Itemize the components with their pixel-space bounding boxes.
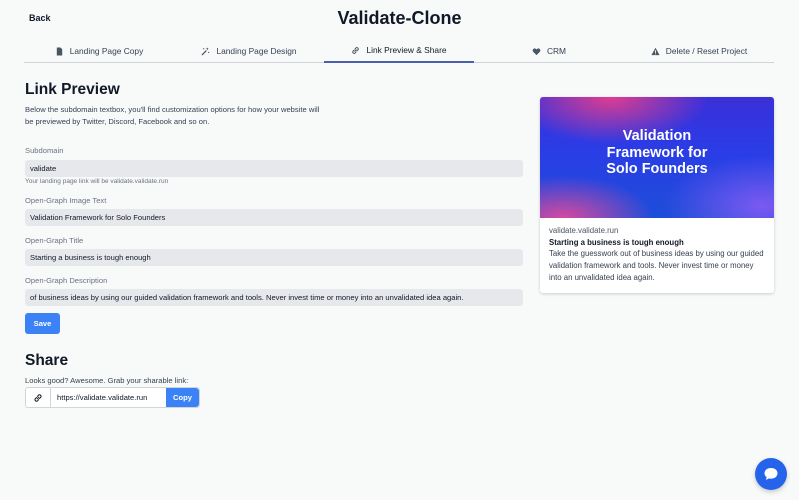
link-icon bbox=[26, 388, 51, 407]
tab-landing-page-copy[interactable]: Landing Page Copy bbox=[24, 39, 174, 63]
link-preview-heading: Link Preview bbox=[25, 81, 120, 98]
tab-bar: Landing Page Copy Landing Page Design Li… bbox=[24, 39, 774, 63]
og-image-text-label: Open-Graph Image Text bbox=[25, 196, 107, 205]
copy-button[interactable]: Copy bbox=[166, 388, 199, 407]
subdomain-hint: Your landing page link will be validate.… bbox=[25, 178, 169, 185]
app-title: Validate-Clone bbox=[337, 8, 462, 28]
share-url-field[interactable]: https://validate.validate.run bbox=[51, 388, 166, 407]
warning-icon bbox=[651, 47, 660, 55]
save-button[interactable]: Save bbox=[25, 313, 60, 334]
magic-wand-icon bbox=[201, 46, 210, 56]
share-link-box: https://validate.validate.run Copy bbox=[25, 387, 200, 408]
tab-landing-page-design[interactable]: Landing Page Design bbox=[174, 39, 324, 63]
tab-label: Landing Page Copy bbox=[69, 46, 144, 56]
tab-label: Delete / Reset Project bbox=[665, 46, 748, 56]
og-image: Validation Framework for Solo Founders bbox=[540, 97, 774, 218]
tab-label: CRM bbox=[546, 46, 567, 56]
subdomain-input[interactable]: validate bbox=[25, 160, 523, 177]
og-image-text-input[interactable]: Validation Framework for Solo Founders bbox=[25, 209, 523, 226]
link-icon bbox=[352, 46, 360, 54]
chat-widget-button[interactable] bbox=[755, 458, 787, 490]
preview-title: Starting a business is tough enough bbox=[549, 238, 684, 247]
document-icon bbox=[56, 46, 62, 56]
tab-label: Link Preview & Share bbox=[366, 45, 447, 55]
link-preview-description: Below the subdomain textbox, you'll find… bbox=[25, 105, 320, 126]
tab-link-preview-share[interactable]: Link Preview & Share bbox=[324, 39, 474, 63]
share-text: Looks good? Awesome. Grab your sharable … bbox=[25, 376, 189, 385]
chat-icon bbox=[764, 468, 778, 480]
og-description-label: Open-Graph Description bbox=[25, 276, 108, 285]
og-title-input[interactable]: Starting a business is tough enough bbox=[25, 249, 523, 266]
og-title-label: Open-Graph Title bbox=[25, 236, 84, 245]
tab-delete-reset-project[interactable]: Delete / Reset Project bbox=[624, 39, 774, 63]
link-preview-card: Validation Framework for Solo Founders v… bbox=[540, 97, 774, 293]
heart-icon bbox=[532, 48, 541, 55]
preview-domain: validate.validate.run bbox=[549, 226, 619, 235]
og-description-input[interactable]: of business ideas by using our guided va… bbox=[25, 289, 523, 306]
preview-description: Take the guesswork out of business ideas… bbox=[549, 249, 764, 282]
tab-label: Landing Page Design bbox=[216, 46, 297, 56]
share-heading: Share bbox=[25, 352, 69, 369]
tab-crm[interactable]: CRM bbox=[474, 39, 624, 63]
og-image-text: Validation Framework for Solo Founders bbox=[606, 128, 708, 177]
subdomain-label: Subdomain bbox=[25, 146, 64, 155]
